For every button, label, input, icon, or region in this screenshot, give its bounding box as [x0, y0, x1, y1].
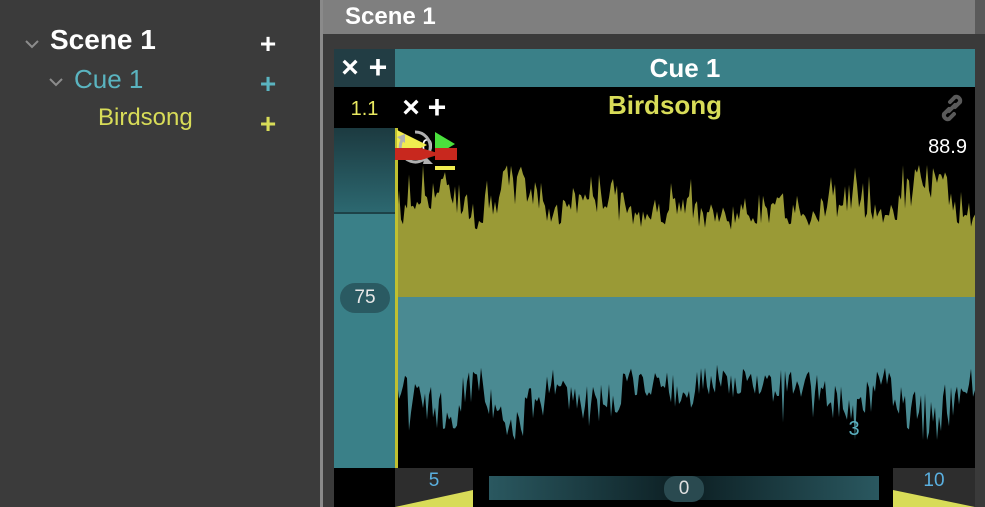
- clip-name[interactable]: Birdsong: [395, 90, 935, 121]
- tree-clip-label[interactable]: Birdsong: [98, 104, 193, 132]
- chevron-down-icon[interactable]: [24, 36, 40, 52]
- waveform-bottom-channel: [395, 295, 975, 440]
- cue-title: Cue 1: [649, 53, 721, 83]
- cue-controls: × +: [334, 49, 395, 87]
- waveform-top-shape: [395, 165, 975, 295]
- waveform-view[interactable]: 0.0 88.9 3: [395, 128, 975, 468]
- delete-cue-button[interactable]: ×: [338, 51, 362, 85]
- chevron-down-icon[interactable]: [48, 74, 64, 90]
- waveform-bottom-shape: [395, 295, 975, 440]
- time-end: 88.9: [928, 136, 967, 158]
- pan-control[interactable]: 0: [489, 474, 879, 502]
- link-icon[interactable]: [936, 92, 968, 124]
- add-cue-button[interactable]: +: [256, 30, 280, 58]
- fade-out-control[interactable]: 10: [893, 468, 975, 507]
- fader-headroom: [334, 128, 395, 212]
- scene-header-edge: [975, 0, 985, 34]
- playhead: [395, 128, 398, 468]
- add-clip-button[interactable]: +: [256, 70, 280, 98]
- scene-tree: Scene 1 + Cue 1 + Birdsong +: [0, 0, 320, 507]
- scene-title: Scene 1: [345, 3, 436, 30]
- cue-box: × + Cue 1 1.1 × + Birdsong 75 88.9 3 5 0…: [334, 49, 975, 507]
- tree-row-cue[interactable]: Cue 1 +: [0, 62, 320, 102]
- add-clip-to-cue-button[interactable]: +: [364, 49, 392, 86]
- tree-cue-label[interactable]: Cue 1: [74, 64, 143, 95]
- cue-header: × + Cue 1: [334, 49, 975, 87]
- volume-fader[interactable]: 75: [334, 128, 395, 468]
- fade-out-value[interactable]: 10: [893, 470, 975, 492]
- loop-count[interactable]: 3: [842, 418, 866, 441]
- tree-row-scene[interactable]: Scene 1 +: [0, 22, 320, 62]
- waveform-svg: [395, 128, 975, 468]
- fade-in-control[interactable]: 5: [395, 468, 473, 507]
- scene-panel: Scene 1 × + Cue 1 1.1 × + Birdsong 75 88…: [323, 0, 985, 507]
- add-item-button[interactable]: +: [256, 110, 280, 138]
- waveform-center-line: [395, 294, 975, 297]
- tree-scene-label[interactable]: Scene 1: [50, 24, 156, 56]
- fade-in-value[interactable]: 5: [395, 470, 473, 492]
- tree-row-clip[interactable]: Birdsong +: [0, 102, 320, 142]
- pan-value[interactable]: 0: [664, 476, 704, 502]
- waveform-top-channel: [395, 165, 975, 295]
- volume-value[interactable]: 75: [340, 283, 390, 313]
- fader-level-line[interactable]: [334, 212, 395, 214]
- track-number: 1.1: [350, 98, 379, 120]
- transition-icon[interactable]: [395, 128, 459, 176]
- scene-header: Scene 1: [323, 0, 975, 34]
